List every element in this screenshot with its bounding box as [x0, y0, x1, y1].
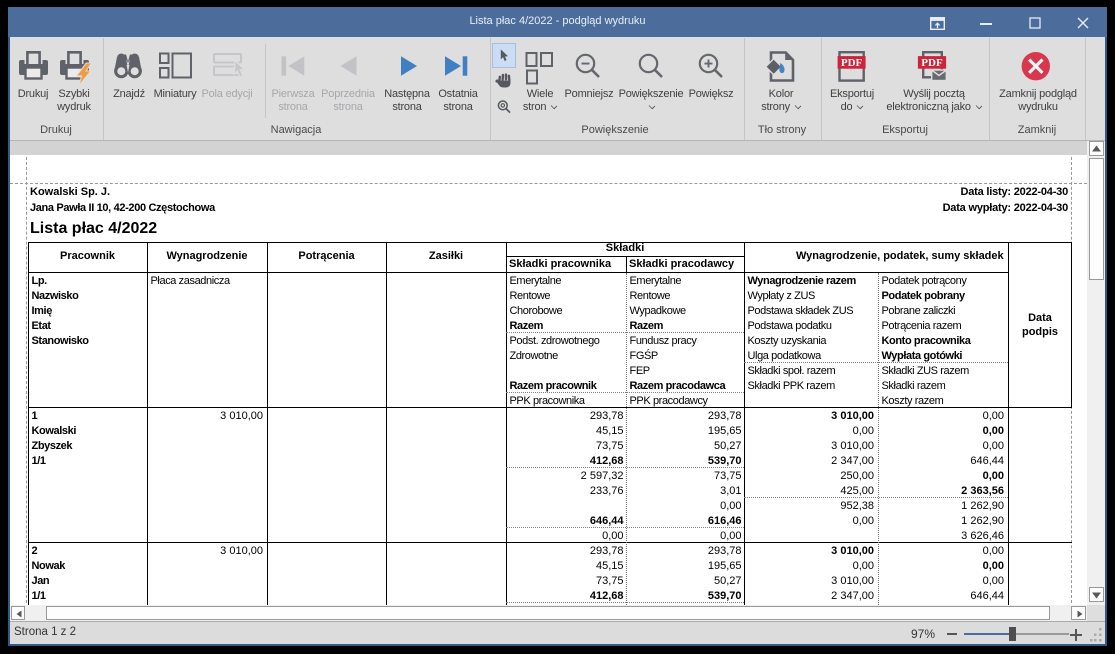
svg-text:PDF: PDF: [921, 57, 943, 69]
svg-text:PDF: PDF: [841, 57, 863, 69]
